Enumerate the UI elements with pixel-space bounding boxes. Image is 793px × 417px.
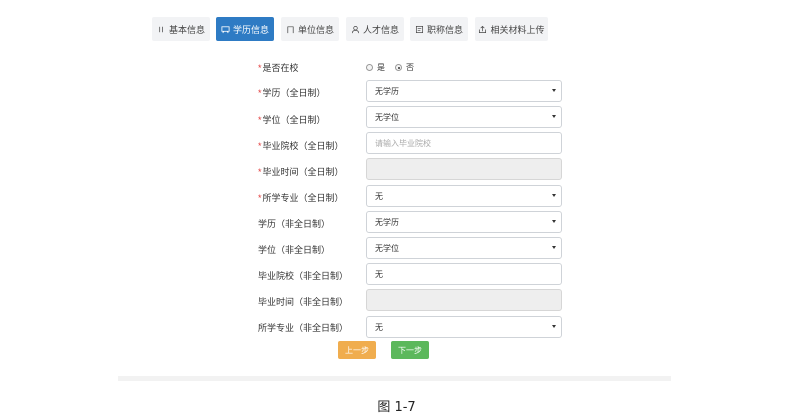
tab-label: 职称信息 — [426, 24, 463, 35]
tab-talent-info[interactable]: 人才信息 — [346, 17, 404, 41]
radio-yes-circle[interactable] — [366, 64, 373, 71]
tab-title-info[interactable]: 职称信息 — [410, 17, 468, 41]
prev-step-button[interactable]: 上一步 — [338, 341, 376, 359]
required-mark: * — [258, 88, 262, 98]
upload-icon — [479, 25, 487, 33]
label-text: 毕业院校（非全日制） — [258, 271, 349, 281]
select-value: 无 — [375, 322, 383, 332]
degree-parttime-label: 学位（非全日制） — [258, 244, 330, 256]
graduation-time-fulltime-input — [366, 158, 562, 180]
in-school-label: *是否在校 — [258, 62, 299, 74]
education-parttime-label: 学历（非全日制） — [258, 218, 330, 230]
major-fulltime-label: *所学专业（全日制） — [258, 192, 344, 204]
degree-parttime-select[interactable]: 无学位 — [366, 237, 562, 259]
caret-down-icon — [552, 246, 556, 249]
label-text: 毕业时间（非全日制） — [258, 297, 349, 307]
page-bottom-divider — [118, 376, 671, 381]
input-value: 无 — [375, 269, 383, 279]
tab-label: 基本信息 — [168, 24, 205, 35]
tab-employer-info[interactable]: 单位信息 — [281, 17, 339, 41]
required-mark: * — [258, 63, 262, 73]
certificate-icon — [415, 25, 423, 33]
caret-down-icon — [552, 325, 556, 328]
bars-icon — [159, 26, 163, 32]
label-text: 学历（全日制） — [262, 88, 326, 98]
required-mark: * — [258, 115, 262, 125]
required-mark: * — [258, 167, 262, 177]
in-school-radio-group: 是 否 — [366, 62, 414, 73]
building-icon — [287, 25, 294, 33]
tab-label: 相关材料上传 — [490, 24, 545, 35]
school-fulltime-input[interactable]: 请输入毕业院校 — [366, 132, 562, 154]
user-icon — [351, 25, 359, 33]
tab-materials-upload[interactable]: 相关材料上传 — [475, 17, 548, 41]
label-text: 学位（非全日制） — [258, 245, 331, 255]
tab-education-info[interactable]: 学历信息 — [216, 17, 274, 41]
major-parttime-select[interactable]: 无 — [366, 316, 562, 338]
select-value: 无 — [375, 191, 383, 201]
school-parttime-label: 毕业院校（非全日制） — [258, 270, 348, 282]
education-fulltime-select[interactable]: 无学历 — [366, 80, 562, 102]
degree-fulltime-select[interactable]: 无学位 — [366, 106, 562, 128]
label-text: 毕业院校（全日制） — [262, 141, 344, 151]
tab-label: 学历信息 — [232, 24, 269, 35]
label-text: 学历（非全日制） — [258, 219, 331, 229]
major-parttime-label: 所学专业（非全日制） — [258, 322, 348, 334]
tab-basic-info[interactable]: 基本信息 — [152, 17, 210, 41]
label-text: 所学专业（非全日制） — [258, 323, 349, 333]
graduation-time-fulltime-label: *毕业时间（全日制） — [258, 166, 344, 178]
education-fulltime-label: *学历（全日制） — [258, 87, 326, 99]
caret-down-icon — [552, 220, 556, 223]
label-text: 是否在校 — [262, 63, 299, 73]
required-mark: * — [258, 141, 262, 151]
select-value: 无学位 — [375, 243, 399, 253]
label-text: 毕业时间（全日制） — [262, 167, 344, 177]
major-fulltime-select[interactable]: 无 — [366, 185, 562, 207]
tab-label: 单位信息 — [297, 24, 334, 35]
radio-yes-label: 是 — [377, 63, 385, 72]
education-parttime-select[interactable]: 无学历 — [366, 211, 562, 233]
tab-label: 人才信息 — [362, 24, 399, 35]
caret-down-icon — [552, 115, 556, 118]
select-value: 无学位 — [375, 112, 399, 122]
label-text: 学位（全日制） — [262, 115, 326, 125]
next-step-button[interactable]: 下一步 — [391, 341, 429, 359]
graduation-time-parttime-input — [366, 289, 562, 311]
school-parttime-input[interactable]: 无 — [366, 263, 562, 285]
radio-yes[interactable]: 是 — [366, 62, 385, 73]
caret-down-icon — [552, 89, 556, 92]
select-value: 无学历 — [375, 217, 399, 227]
radio-no[interactable]: 否 — [395, 62, 414, 73]
input-placeholder: 请输入毕业院校 — [375, 138, 431, 148]
graduation-cap-icon — [221, 25, 230, 33]
degree-fulltime-label: *学位（全日制） — [258, 114, 326, 126]
required-mark: * — [258, 193, 262, 203]
caret-down-icon — [552, 194, 556, 197]
label-text: 所学专业（全日制） — [262, 193, 344, 203]
select-value: 无学历 — [375, 86, 399, 96]
graduation-time-parttime-label: 毕业时间（非全日制） — [258, 296, 348, 308]
figure-caption: 图 1-7 — [377, 400, 416, 415]
radio-no-circle[interactable] — [395, 64, 402, 71]
radio-no-label: 否 — [406, 63, 414, 72]
school-fulltime-label: *毕业院校（全日制） — [258, 140, 344, 152]
